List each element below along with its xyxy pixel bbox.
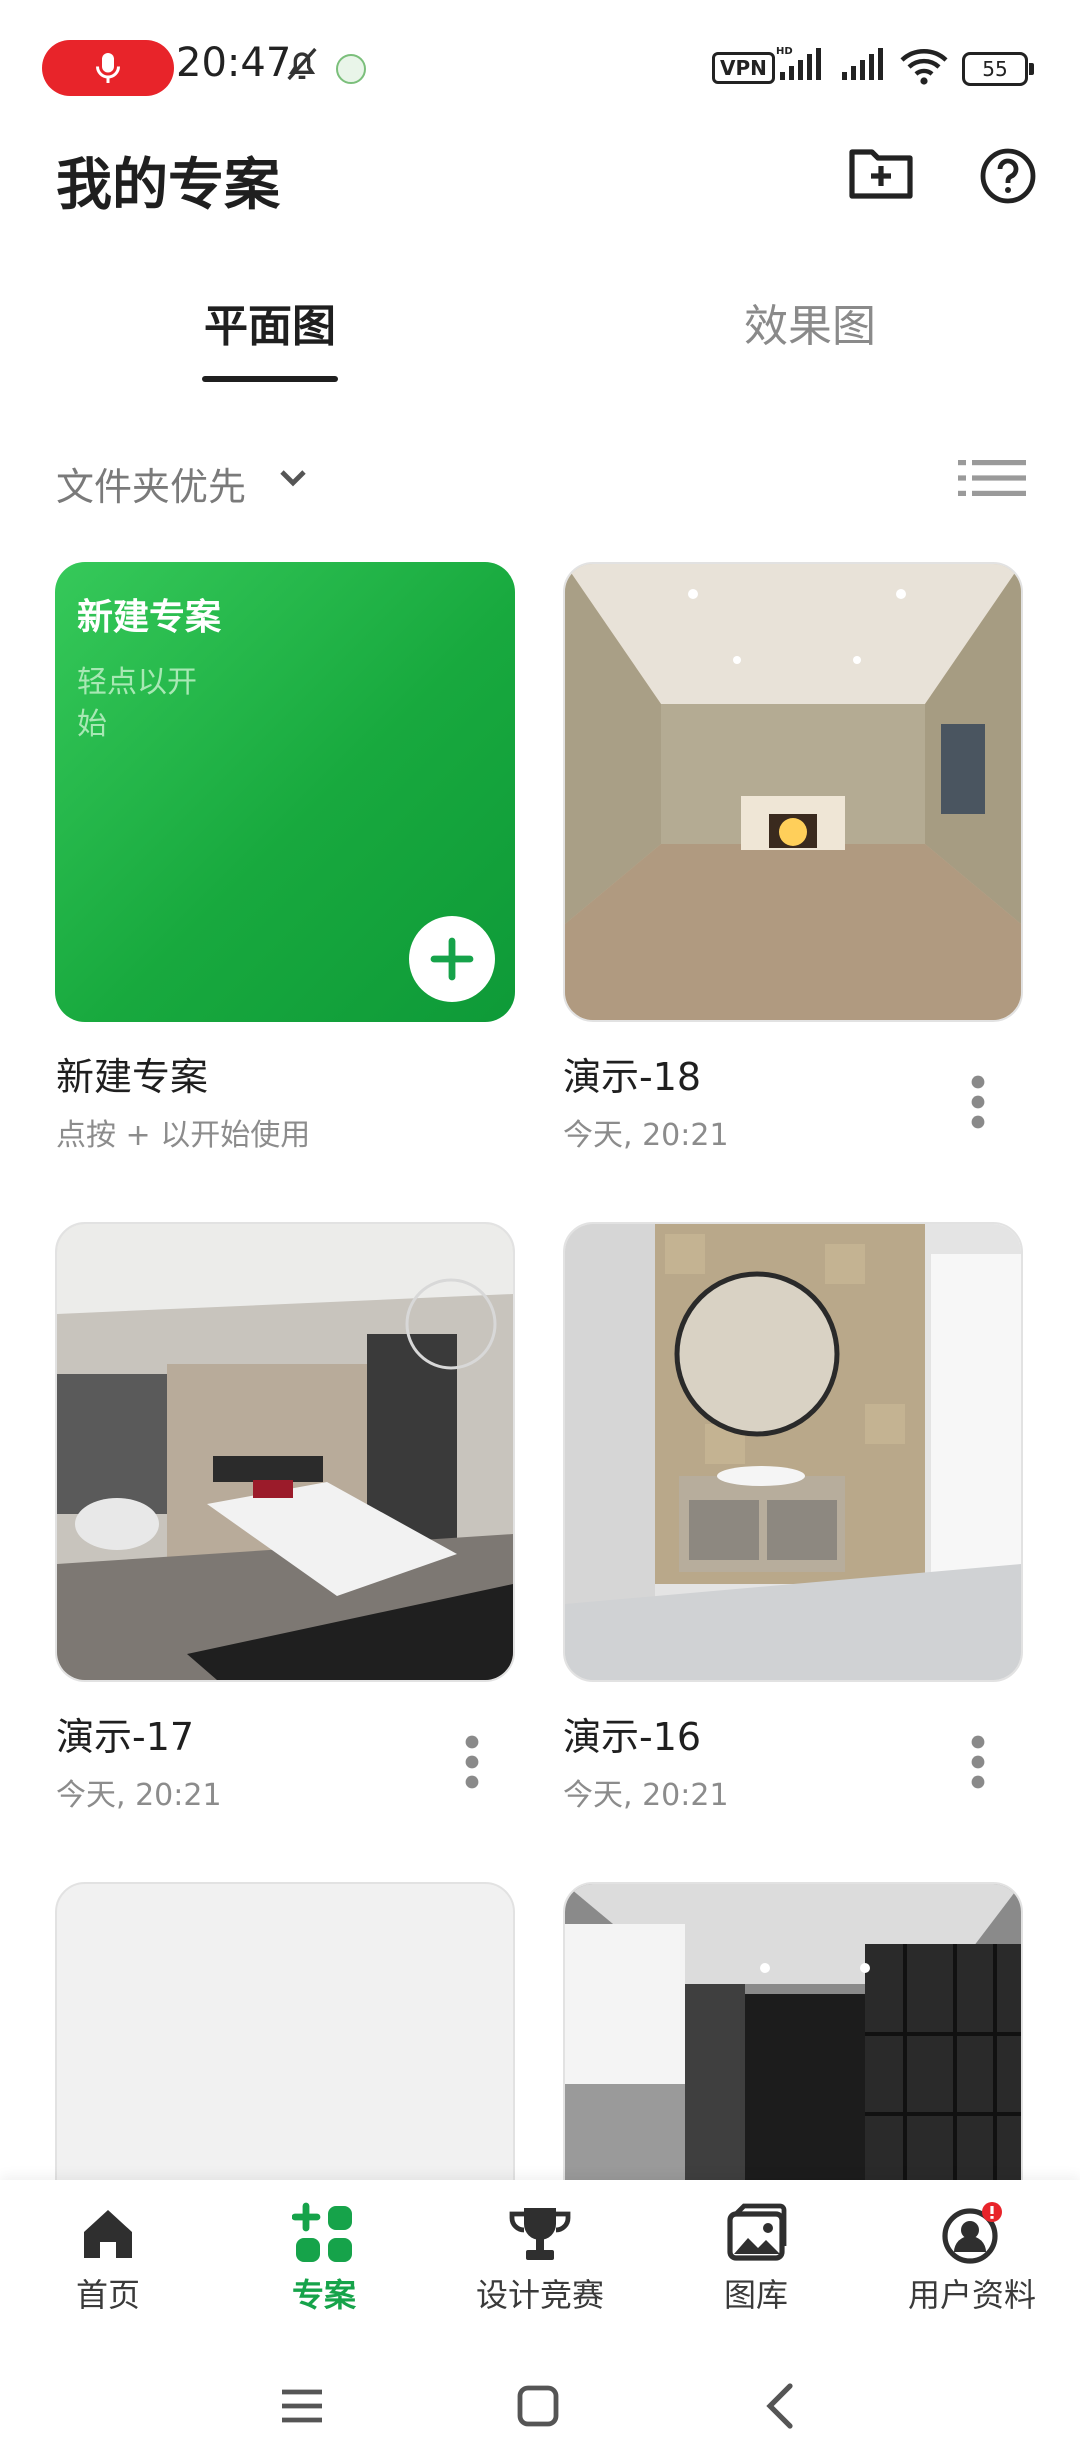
nav-home[interactable]: 首页 <box>0 2180 216 2340</box>
nav-gallery[interactable]: 图库 <box>648 2180 864 2340</box>
project-thumbnail-demo-17[interactable] <box>55 1222 515 1682</box>
project-date-demo-17: 今天, 20:21 <box>56 1778 222 1813</box>
tab-renders[interactable]: 效果图 <box>744 290 876 354</box>
gallery-icon <box>727 2203 787 2261</box>
status-time: 20:47 <box>176 40 292 86</box>
sort-dropdown[interactable]: 文件夹优先 <box>56 456 246 511</box>
help-icon[interactable] <box>980 148 1036 204</box>
menu-icon[interactable] <box>280 2386 324 2426</box>
more-options-icon[interactable] <box>462 1734 482 1790</box>
signal-hd-icon: HD <box>776 46 821 80</box>
project-thumbnail-demo-18[interactable] <box>563 562 1023 1022</box>
nav-projects-label: 专案 <box>291 2276 356 2314</box>
tab-active-indicator <box>202 376 338 382</box>
project-date-demo-18: 今天, 20:21 <box>563 1118 729 1153</box>
svg-text:HD: HD <box>776 46 793 57</box>
back-icon[interactable] <box>762 2382 798 2430</box>
new-project-hint: 点按 + 以开始使用 <box>56 1118 311 1153</box>
list-view-icon[interactable] <box>958 458 1026 498</box>
signal-icon <box>842 48 883 80</box>
nav-profile-label: 用户资料 <box>907 2276 1036 2314</box>
projects-icon <box>292 2202 352 2262</box>
tab-floor-plan[interactable]: 平面图 <box>204 290 336 354</box>
system-navigation-bar <box>0 2340 1080 2460</box>
bottom-navigation: 首页 专案 设计竞赛 图库 用户资料 <box>0 2180 1080 2340</box>
app-icon <box>336 54 366 84</box>
living-room-render-image <box>565 564 1021 1020</box>
new-project-card-title: 新建专案 <box>77 597 222 638</box>
bathroom-render-image <box>565 1224 1021 1680</box>
more-options-icon[interactable] <box>968 1074 988 1130</box>
nav-projects[interactable]: 专案 <box>216 2180 432 2340</box>
wifi-icon <box>900 49 948 85</box>
trophy-icon <box>509 2208 571 2260</box>
vpn-icon: VPN <box>712 52 775 84</box>
profile-icon <box>942 2202 1002 2264</box>
plus-icon <box>430 937 474 981</box>
nav-design-contest-label: 设计竞赛 <box>475 2276 604 2314</box>
add-project-button[interactable] <box>409 916 495 1002</box>
battery-icon: 55 <box>962 52 1034 86</box>
new-project-name: 新建专案 <box>56 1055 209 1099</box>
project-name-demo-18[interactable]: 演示-18 <box>563 1046 701 1101</box>
bedroom-render-image <box>57 1224 513 1680</box>
project-name-demo-16[interactable]: 演示-16 <box>563 1706 701 1761</box>
project-name-demo-17[interactable]: 演示-17 <box>56 1706 194 1761</box>
page-title: 我的专案 <box>56 153 280 218</box>
home-icon <box>84 2210 132 2258</box>
new-folder-icon[interactable] <box>848 142 914 202</box>
new-project-card-hint: 轻点以开始 <box>77 665 197 742</box>
chevron-down-icon[interactable] <box>278 466 308 490</box>
status-bar: 20:47 VPN HD 55 <box>0 0 1080 130</box>
nav-home-label: 首页 <box>75 2276 140 2314</box>
nav-gallery-label: 图库 <box>723 2276 788 2314</box>
home-square-icon[interactable] <box>516 2384 560 2428</box>
project-date-demo-16: 今天, 20:21 <box>563 1778 729 1813</box>
microphone-indicator[interactable] <box>42 40 174 96</box>
new-project-card[interactable]: 新建专案 轻点以开始 <box>55 562 515 1022</box>
nav-design-contest[interactable]: 设计竞赛 <box>432 2180 648 2340</box>
bell-off-icon <box>287 47 317 81</box>
more-options-icon[interactable] <box>968 1734 988 1790</box>
microphone-icon <box>96 53 120 83</box>
project-thumbnail-demo-16[interactable] <box>563 1222 1023 1682</box>
nav-profile[interactable]: 用户资料 <box>864 2180 1080 2340</box>
